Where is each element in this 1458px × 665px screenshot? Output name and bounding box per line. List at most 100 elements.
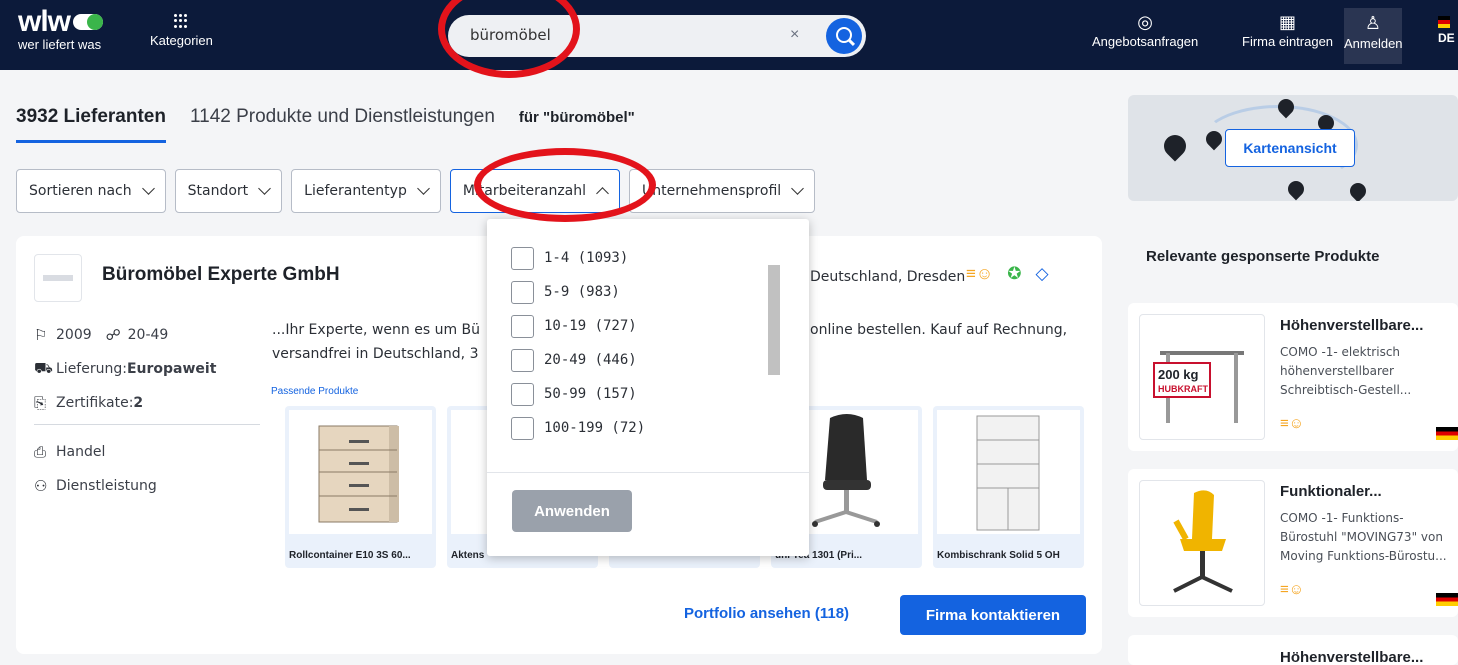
employees-option-partial[interactable] <box>487 445 809 451</box>
map-preview[interactable]: Kartenansicht <box>1128 95 1458 201</box>
filter-sort[interactable]: Sortieren nach <box>16 169 166 213</box>
checkbox[interactable] <box>511 348 534 372</box>
divider <box>487 472 809 473</box>
company-logo[interactable] <box>34 254 82 302</box>
filter-location[interactable]: Standort <box>174 169 283 213</box>
map-pin-icon <box>1159 130 1191 162</box>
employees-option[interactable]: 10-19 (727) <box>487 309 809 343</box>
product-image <box>289 410 432 534</box>
german-flag-icon <box>1436 593 1458 606</box>
trade-icon: ⎙ <box>34 443 47 461</box>
scrollbar-thumb[interactable] <box>768 265 780 375</box>
nav-label: Angebotsanfragen <box>1092 34 1199 49</box>
filter-company-profile[interactable]: Unternehmensprofil <box>629 169 816 213</box>
product-name: Rollcontainer E10 3S 60... <box>289 550 411 561</box>
chevron-down-icon <box>141 182 155 195</box>
delivery-label: Lieferung: <box>56 361 127 377</box>
checkbox[interactable] <box>511 382 534 406</box>
people-icon: ☍ <box>105 326 121 344</box>
certificates-label: Zertifikate: <box>56 395 134 411</box>
founded-year: 2009 <box>56 327 92 343</box>
logo-tagline: wer liefert was <box>18 37 102 52</box>
nav-angebotsanfragen[interactable]: ◎ Angebotsanfragen <box>1092 12 1198 49</box>
checkbox[interactable] <box>511 314 534 338</box>
logo-wordmark: wlw <box>18 5 71 38</box>
dropdown-scrollbar[interactable] <box>767 247 781 451</box>
sponsored-product-card[interactable]: Funktionaler... COMO -1- Funktions-Büros… <box>1128 469 1458 617</box>
checkbox[interactable] <box>511 246 534 270</box>
option-label: 10-19 (727) <box>544 318 637 334</box>
clear-icon[interactable]: × <box>790 26 799 44</box>
option-label: 1-4 (1093) <box>544 250 629 266</box>
categories-label: Kategorien <box>150 33 213 48</box>
option-label: 100-199 (72) <box>544 420 646 436</box>
portfolio-link[interactable]: Portfolio ansehen (118) <box>684 605 849 622</box>
sponsored-product-image: 200 kg HUBKRAFT <box>1139 314 1265 440</box>
product-card[interactable]: Kombischrank Solid 5 OH <box>933 406 1084 568</box>
chevron-down-icon <box>791 182 805 195</box>
annotation-circle-filter <box>474 148 656 222</box>
quick-response-icon: ≡☺ <box>966 264 994 283</box>
truck-icon: ⛟ <box>34 359 53 377</box>
nav-label: Anmelden <box>1344 36 1403 51</box>
filter-label: Standort <box>187 183 249 199</box>
checkbox[interactable] <box>511 280 534 304</box>
filter-label: Lieferantentyp <box>304 183 407 199</box>
filter-supplier-type[interactable]: Lieferantentyp <box>291 169 441 213</box>
map-view-button[interactable]: Kartenansicht <box>1225 129 1355 167</box>
drawer-cabinet-image <box>318 425 399 523</box>
divider <box>34 424 260 425</box>
checkbox[interactable] <box>511 416 534 440</box>
supplier-type-trade: Handel <box>56 444 106 460</box>
certificate-icon: ⎘ <box>34 394 47 412</box>
option-label: 20-49 (446) <box>544 352 637 368</box>
quick-response-icon: ≡☺ <box>1280 581 1305 598</box>
german-flag-icon <box>1436 427 1458 440</box>
sponsored-title: Relevante gesponserte Produkte <box>1146 248 1380 265</box>
user-icon: ♙ <box>1364 13 1382 33</box>
employees-option[interactable]: 50-99 (157) <box>487 377 809 411</box>
language-label: DE <box>1438 31 1455 45</box>
sponsored-product-card[interactable]: 200 kg HUBKRAFT Höhenverstellbare... COM… <box>1128 303 1458 451</box>
nav-firma-eintragen[interactable]: ▦ Firma eintragen <box>1242 12 1333 49</box>
company-name[interactable]: Büromöbel Experte GmbH <box>102 264 340 286</box>
tab-suppliers[interactable]: 3932 Lieferanten <box>16 106 166 143</box>
supplier-type-service: Dienstleistung <box>56 478 157 494</box>
load-capacity-text: 200 kg <box>1158 367 1199 382</box>
result-tabs: 3932 Lieferanten 1142 Produkte und Diens… <box>16 106 635 143</box>
filter-label: Unternehmensprofil <box>642 183 782 199</box>
checkbox[interactable] <box>511 450 534 451</box>
employees-option[interactable]: 5-9 (983) <box>487 275 809 309</box>
product-card[interactable]: Rollcontainer E10 3S 60... <box>285 406 436 568</box>
yellow-chair-image <box>1173 490 1233 593</box>
flag-icon: ⚐ <box>34 326 48 344</box>
sponsored-product-card[interactable]: Höhenverstellbare... <box>1128 635 1458 665</box>
desk-frame-image: 200 kg HUBKRAFT <box>1153 351 1244 423</box>
contact-company-button[interactable]: Firma kontaktieren <box>900 595 1086 635</box>
company-badges: ≡☺ ✪ ◇ <box>966 264 1049 284</box>
categories-button[interactable]: Kategorien <box>150 14 213 48</box>
chevron-down-icon <box>416 182 430 195</box>
german-flag-icon <box>1438 16 1450 28</box>
employees-option[interactable]: 1-4 (1093) <box>487 241 809 275</box>
product-image <box>937 410 1080 534</box>
verified-icon: ✪ <box>1007 264 1022 283</box>
filter-bar: Sortieren nach Standort Lieferantentyp M… <box>16 169 824 213</box>
grid-icon <box>174 14 188 28</box>
wlw-logo[interactable]: wlw wer liefert was <box>18 5 104 52</box>
language-selector[interactable]: DE <box>1438 16 1455 45</box>
employees-option[interactable]: 100-199 (72) <box>487 411 809 445</box>
employees-options-list[interactable]: 1-4 (1093) 5-9 (983) 10-19 (727) 20-49 (… <box>487 219 809 451</box>
nav-anmelden[interactable]: ♙ Anmelden <box>1344 8 1403 64</box>
sponsored-product-title: Höhenverstellbare... <box>1280 649 1424 665</box>
apply-button[interactable]: Anwenden <box>512 490 632 532</box>
product-name: Kombischrank Solid 5 OH <box>937 550 1060 561</box>
sponsored-product-desc: COMO -1- Funktions-Bürostuhl "MOVING73" … <box>1280 511 1447 563</box>
tab-products[interactable]: 1142 Produkte und Dienstleistungen <box>190 106 495 128</box>
top-navigation-bar: wlw wer liefert was Kategorien × ◎ Angeb… <box>0 0 1458 70</box>
sponsored-product-image <box>1139 480 1265 606</box>
search-query-label: für "büromöbel" <box>518 109 635 126</box>
search-button[interactable] <box>826 18 862 54</box>
employees-option[interactable]: 20-49 (446) <box>487 343 809 377</box>
employee-count: 20-49 <box>127 327 169 343</box>
